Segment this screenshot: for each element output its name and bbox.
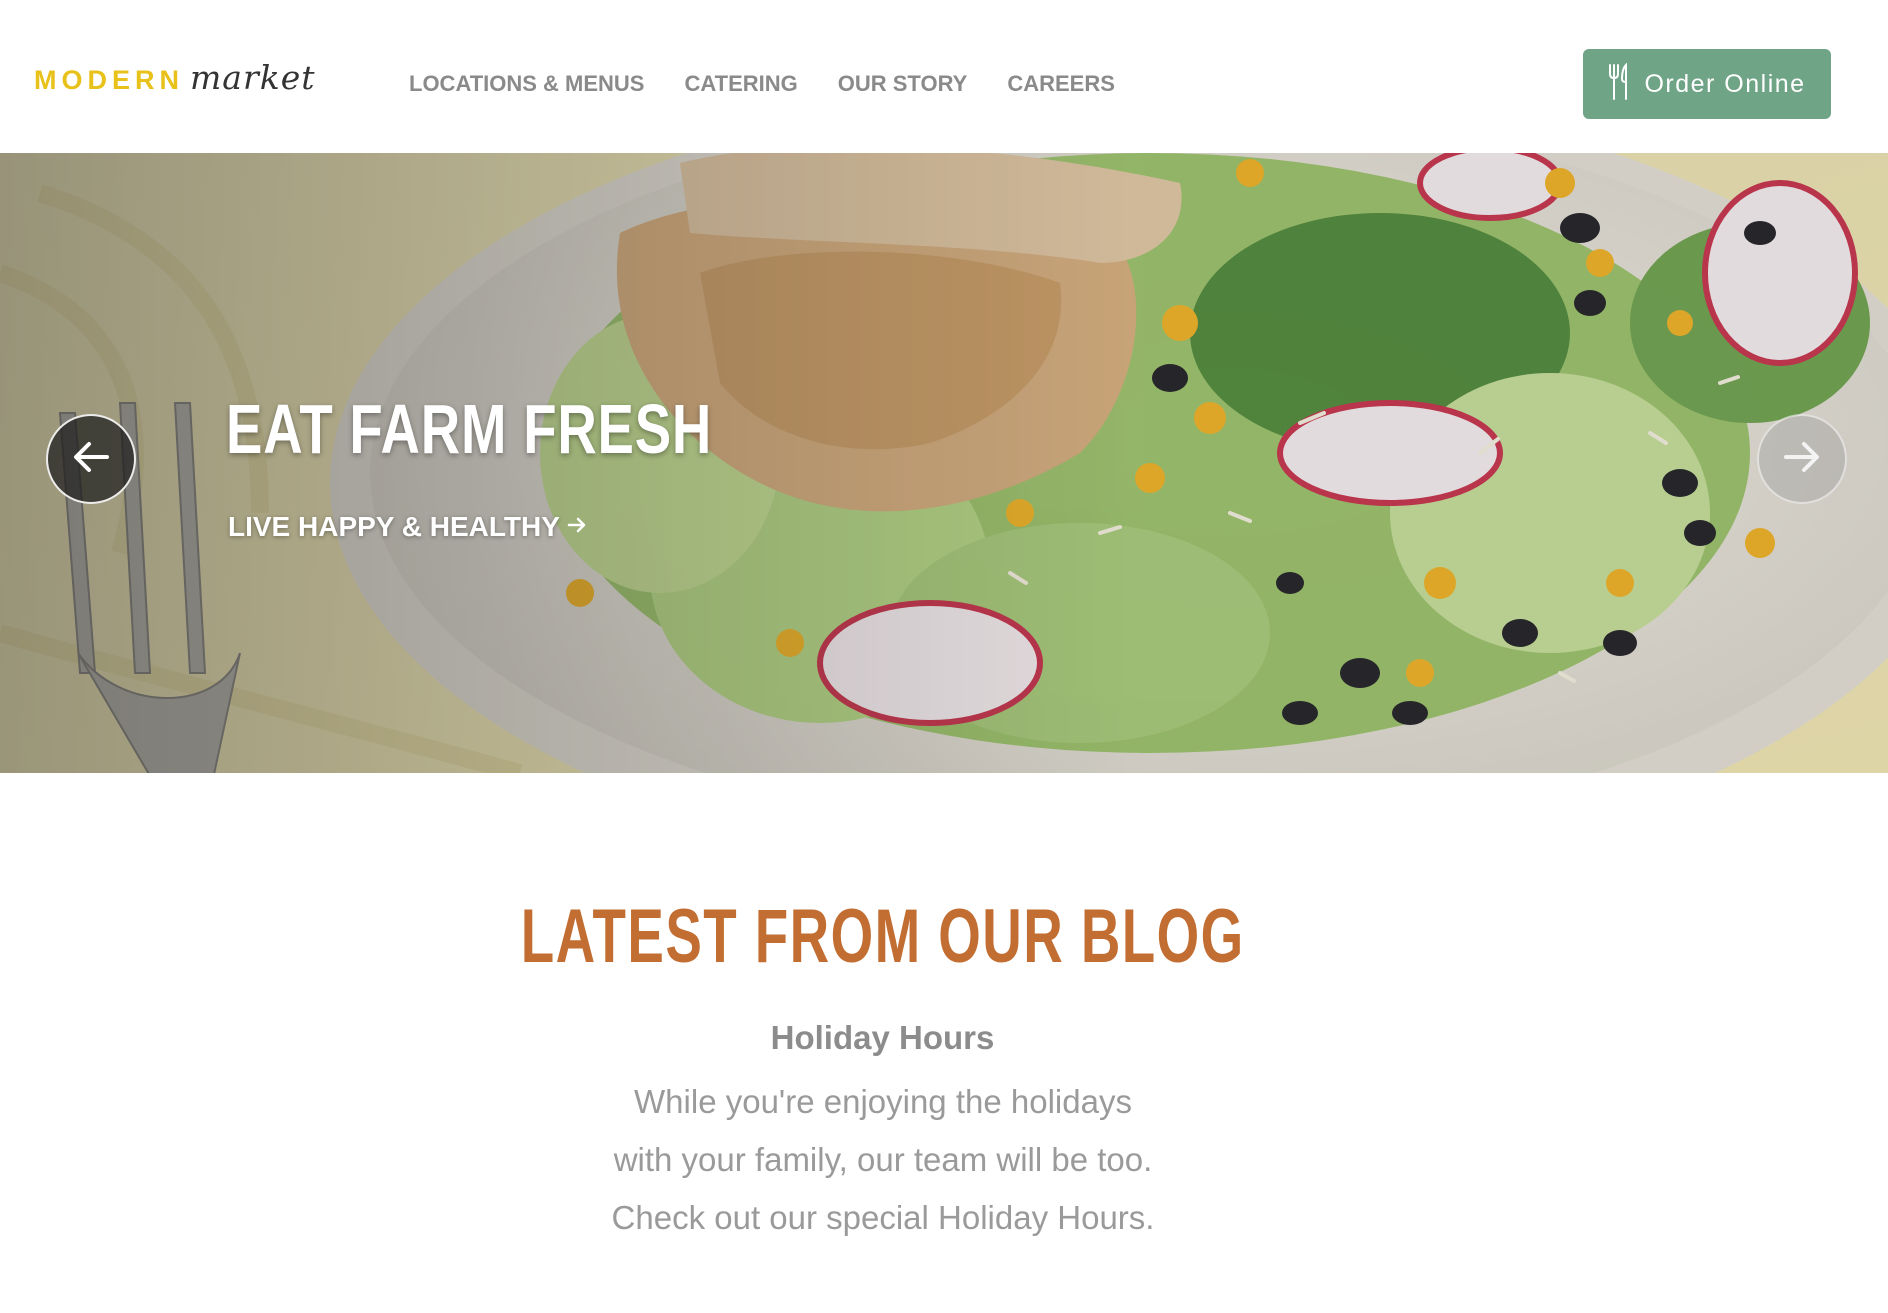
nav-careers[interactable]: CAREERS (1007, 71, 1115, 97)
hero-cta-link[interactable]: LIVE HAPPY & HEALTHY (228, 511, 588, 543)
nav-locations-menus[interactable]: LOCATIONS & MENUS (409, 71, 644, 97)
carousel-prev-button[interactable] (46, 414, 136, 504)
blog-heading: LATEST FROM OUR BLOG (0, 893, 1765, 980)
carousel-next-button[interactable] (1757, 414, 1847, 504)
logo[interactable]: MODERN market (34, 58, 316, 97)
hero-title: EAT FARM FRESH (226, 390, 713, 468)
hero-carousel: EAT FARM FRESH LIVE HAPPY & HEALTHY (0, 153, 1888, 773)
blog-heading-text: LATEST FROM OUR BLOG (520, 894, 1245, 979)
order-online-label: Order Online (1644, 69, 1806, 98)
blog-section: LATEST FROM OUR BLOG Holiday Hours While… (0, 773, 1888, 1313)
post-title[interactable]: Holiday Hours (0, 1019, 1765, 1057)
arrow-right-small-icon (566, 511, 588, 543)
logo-modern-text: MODERN (34, 65, 184, 95)
main-nav: LOCATIONS & MENUS CATERING OUR STORY CAR… (409, 71, 1115, 97)
site-header: MODERN market LOCATIONS & MENUS CATERING… (0, 0, 1888, 153)
nav-catering[interactable]: CATERING (684, 71, 797, 97)
nav-our-story[interactable]: OUR STORY (838, 71, 968, 97)
hero-cta-label: LIVE HAPPY & HEALTHY (228, 511, 560, 542)
post-excerpt: While you're enjoying the holidays with … (611, 1083, 1155, 1236)
arrow-right-icon (1780, 435, 1824, 483)
logo-market-text: market (190, 58, 316, 97)
arrow-left-icon (69, 435, 113, 483)
order-online-button[interactable]: Order Online (1583, 49, 1831, 119)
fork-knife-icon (1608, 62, 1630, 105)
